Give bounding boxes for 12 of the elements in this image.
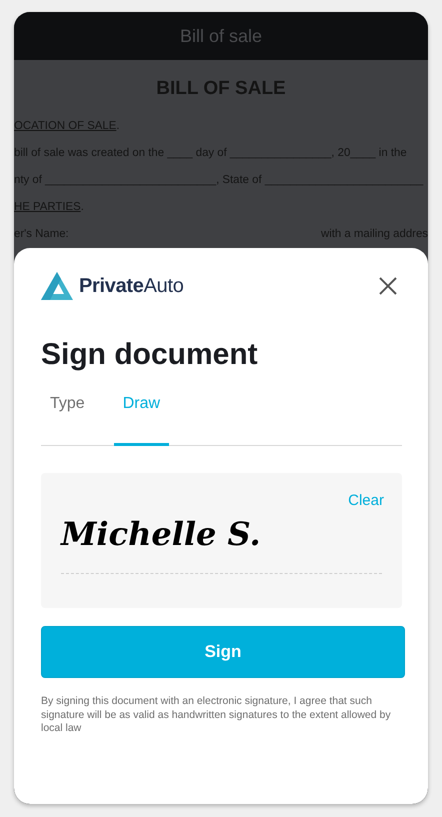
signature: Michelle S.	[61, 515, 261, 553]
triangle-logo-icon	[41, 272, 73, 300]
brand-name: PrivateAuto	[79, 274, 184, 298]
header-title: Bill of sale	[180, 26, 262, 46]
dialog-title: Sign document	[41, 338, 259, 372]
tab[interactable]: Draw	[114, 389, 170, 446]
disclaimer-text: By signing this document with an electronic signature, I agree that such signature will be as valid as handwritten signatures to the extent allowed by local law	[41, 695, 392, 736]
clear-link[interactable]: Clear	[348, 492, 384, 509]
signature-pad[interactable]: Clear Michelle S.	[41, 473, 402, 608]
sign-button[interactable]: Sign	[41, 626, 405, 678]
close-icon[interactable]	[379, 277, 397, 295]
tab[interactable]: Type	[41, 389, 94, 446]
